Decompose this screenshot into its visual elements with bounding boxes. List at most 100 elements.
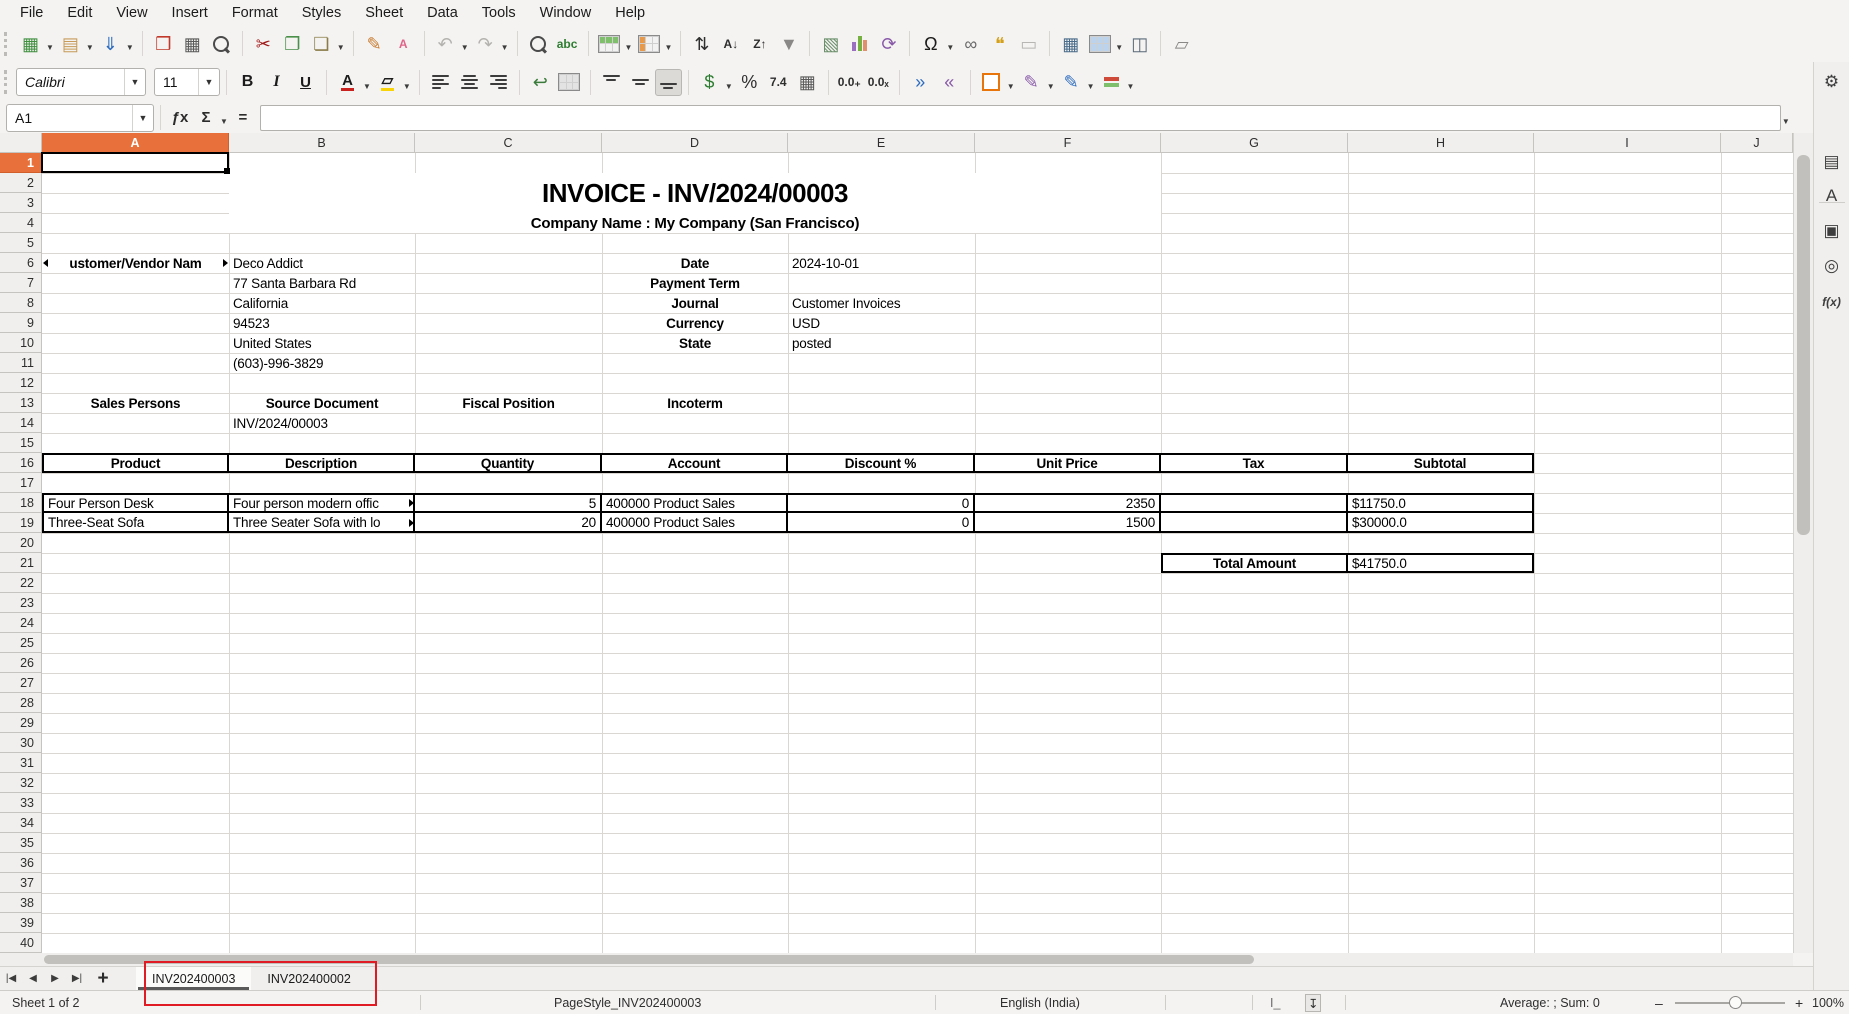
cell-F18[interactable]: 2350	[975, 493, 1161, 513]
cell-E9[interactable]: USD	[788, 313, 975, 333]
sort-button[interactable]: ⇅	[687, 30, 716, 57]
column-header-H[interactable]: H	[1348, 133, 1534, 153]
cell-E19[interactable]: 0	[788, 513, 975, 533]
cell-D16[interactable]: Account	[602, 453, 788, 473]
freeze-rows-columns-button[interactable]	[1085, 30, 1114, 57]
align-center-button[interactable]	[455, 69, 484, 96]
column-header-G[interactable]: G	[1161, 133, 1348, 153]
copy-button[interactable]: ❐	[278, 30, 307, 57]
column-header-J[interactable]: J	[1721, 133, 1793, 153]
row-header-6[interactable]: 6	[0, 253, 42, 273]
cell-H18[interactable]: $11750.0	[1348, 493, 1534, 513]
cell-D6[interactable]: Date	[602, 253, 788, 273]
cell-B10[interactable]: United States	[229, 333, 415, 353]
clear-formatting-button[interactable]: A	[389, 30, 418, 57]
new-document-button-dropdown-icon[interactable]: ▼	[46, 43, 54, 52]
italic-button[interactable]: I	[262, 69, 291, 96]
cell-H16[interactable]: Subtotal	[1348, 453, 1534, 473]
align-top-button[interactable]	[597, 69, 626, 96]
cell-A18[interactable]: Four Person Desk	[42, 493, 229, 513]
font-name-combobox[interactable]: Calibri▼	[16, 68, 146, 96]
cell-B6[interactable]: Deco Addict	[229, 253, 415, 273]
cell-B19[interactable]: Three Seater Sofa with lo	[229, 513, 415, 533]
row-header-30[interactable]: 30	[0, 733, 42, 753]
number-format-button[interactable]: 7.4	[764, 69, 793, 96]
font-color-button[interactable]: A	[333, 69, 362, 96]
conditional-formatting-button[interactable]	[1097, 69, 1126, 96]
row-header-23[interactable]: 23	[0, 593, 42, 613]
row-header-27[interactable]: 27	[0, 673, 42, 693]
date-format-button[interactable]: ▦	[793, 69, 822, 96]
cell-C18[interactable]: 5	[415, 493, 602, 513]
cell-F19[interactable]: 1500	[975, 513, 1161, 533]
clone-formatting-button[interactable]: ✎	[360, 30, 389, 57]
row-header-40[interactable]: 40	[0, 933, 42, 953]
row-header-1[interactable]: 1	[0, 153, 42, 173]
cell-E8[interactable]: Customer Invoices	[788, 293, 975, 313]
bold-button[interactable]: B	[233, 69, 262, 96]
row-header-10[interactable]: 10	[0, 333, 42, 353]
cell-B9[interactable]: 94523	[229, 313, 415, 333]
document-modified-icon[interactable]: ↧	[1305, 994, 1321, 1012]
hyperlink-button[interactable]: ∞	[956, 30, 985, 57]
cell-A6[interactable]: ustomer/Vendor Nam	[42, 253, 229, 273]
name-box[interactable]: A1 ▼	[6, 104, 154, 132]
center-vertically-button[interactable]	[626, 69, 655, 96]
menu-tools[interactable]: Tools	[470, 2, 528, 24]
row-header-24[interactable]: 24	[0, 613, 42, 633]
cell-H21[interactable]: $41750.0	[1348, 553, 1534, 573]
menu-sheet[interactable]: Sheet	[353, 2, 415, 24]
column-header-I[interactable]: I	[1534, 133, 1721, 153]
column-header-C[interactable]: C	[415, 133, 602, 153]
first-sheet-button[interactable]: |◀	[0, 967, 22, 990]
new-document-button[interactable]: ▦	[16, 30, 45, 57]
underline-button[interactable]: U	[291, 69, 320, 96]
menu-styles[interactable]: Styles	[290, 2, 354, 24]
open-button-dropdown-icon[interactable]: ▼	[86, 43, 94, 52]
cell-B11[interactable]: (603)-996-3829	[229, 353, 415, 373]
special-character-button-dropdown-icon[interactable]: ▼	[946, 43, 954, 52]
highlight-color-button[interactable]: ▱	[373, 69, 402, 96]
cell-D10[interactable]: State	[602, 333, 788, 353]
zoom-in-icon[interactable]: +	[1795, 991, 1803, 1014]
paste-button-dropdown-icon[interactable]: ▼	[337, 43, 345, 52]
cell-D8[interactable]: Journal	[602, 293, 788, 313]
cell-E10[interactable]: posted	[788, 333, 975, 353]
currency-format-button-dropdown-icon[interactable]: ▼	[725, 82, 733, 91]
cell-A13[interactable]: Sales Persons	[42, 393, 229, 413]
split-window-button[interactable]: ◫	[1125, 30, 1154, 57]
row-header-19[interactable]: 19	[0, 513, 42, 533]
menu-edit[interactable]: Edit	[55, 2, 104, 24]
toolbar-drag-handle[interactable]	[4, 32, 10, 56]
freeze-rows-columns-button-dropdown-icon[interactable]: ▼	[1115, 43, 1123, 52]
styles-icon[interactable]: A	[1814, 182, 1849, 210]
insert-chart-button[interactable]	[845, 30, 874, 57]
menu-file[interactable]: File	[8, 2, 55, 24]
cell-E6[interactable]: 2024-10-01	[788, 253, 975, 273]
row-header-38[interactable]: 38	[0, 893, 42, 913]
name-box-dropdown-icon[interactable]: ▼	[132, 105, 153, 131]
insert-comment-button[interactable]: ❝	[985, 30, 1014, 57]
cell-B7[interactable]: 77 Santa Barbara Rd	[229, 273, 415, 293]
row-header-16[interactable]: 16	[0, 453, 42, 473]
row-header-31[interactable]: 31	[0, 753, 42, 773]
cell-B13[interactable]: Source Document	[229, 393, 415, 413]
column-header-F[interactable]: F	[975, 133, 1161, 153]
increase-indent-button[interactable]: »	[906, 69, 935, 96]
row-header-2[interactable]: 2	[0, 173, 42, 193]
cell-A19[interactable]: Three-Seat Sofa	[42, 513, 229, 533]
font-size-combobox-dropdown-icon[interactable]: ▼	[198, 69, 219, 95]
properties-icon[interactable]: ▤	[1814, 148, 1849, 176]
cell-C16[interactable]: Quantity	[415, 453, 602, 473]
cell-G18[interactable]	[1161, 493, 1348, 513]
cell-D18[interactable]: 400000 Product Sales	[602, 493, 788, 513]
cell-E18[interactable]: 0	[788, 493, 975, 513]
row-header-32[interactable]: 32	[0, 773, 42, 793]
print-area-button[interactable]: ▦	[1056, 30, 1085, 57]
row-header-28[interactable]: 28	[0, 693, 42, 713]
menu-help[interactable]: Help	[603, 2, 657, 24]
row-header-12[interactable]: 12	[0, 373, 42, 393]
previous-sheet-button[interactable]: ◀	[22, 967, 44, 990]
sort-ascending-button[interactable]: A↓	[716, 30, 745, 57]
cell-C13[interactable]: Fiscal Position	[415, 393, 602, 413]
